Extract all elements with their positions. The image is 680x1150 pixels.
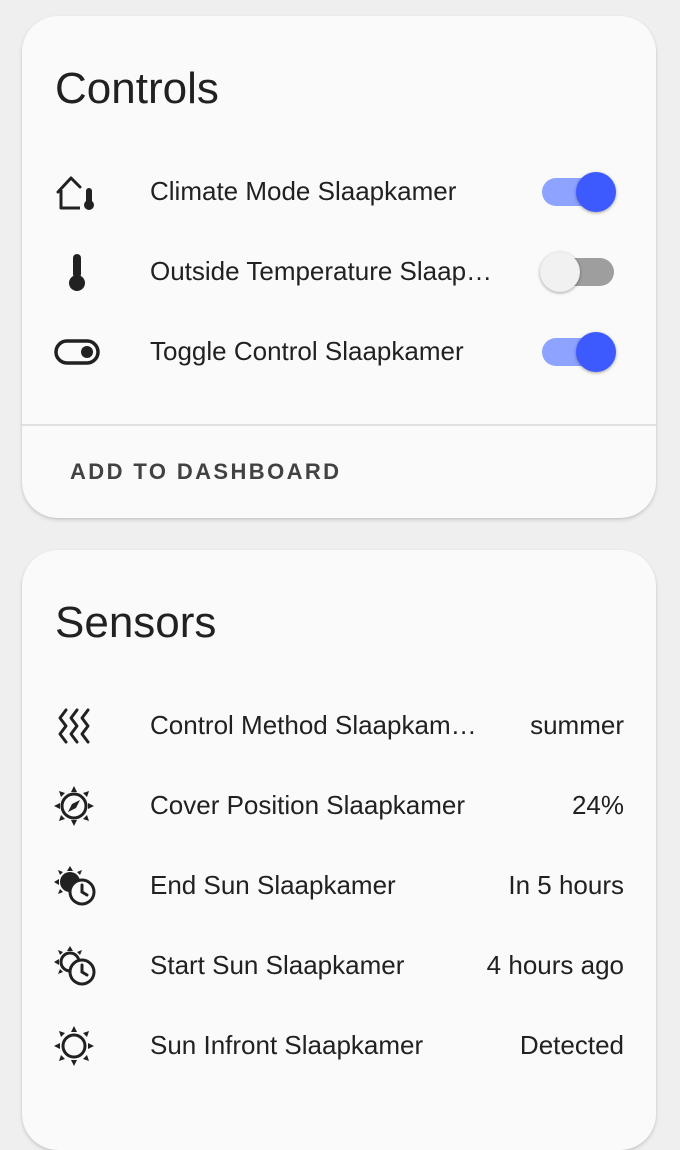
control-row-toggle-control[interactable]: Toggle Control Slaapkamer: [22, 312, 656, 392]
control-label: Climate Mode Slaapkamer: [150, 176, 457, 206]
toggle-knob: [540, 252, 580, 292]
toggle-knob: [576, 172, 616, 212]
sensor-label: Sun Infront Slaapkamer: [150, 1030, 424, 1060]
sensor-label: End Sun Slaapkamer: [150, 870, 396, 900]
sensor-row-cover-position[interactable]: Cover Position Slaapkamer 24%: [22, 766, 656, 846]
control-row-climate-mode[interactable]: Climate Mode Slaapkamer: [22, 152, 656, 232]
sun-compass-icon: [54, 786, 100, 826]
sensor-value: 24%: [571, 790, 624, 820]
home-thermometer-icon: [54, 172, 100, 212]
controls-card: Controls Climate Mode Slaapkamer Outside…: [22, 16, 656, 518]
toggle-knob: [576, 332, 616, 372]
add-to-dashboard-button[interactable]: ADD TO DASHBOARD: [52, 440, 359, 504]
climate-mode-toggle[interactable]: [542, 172, 616, 212]
control-label: Outside Temperature Slaap…: [150, 256, 493, 286]
sensors-card: Sensors Control Method Slaapkam… summer: [22, 550, 656, 1150]
outside-temperature-toggle[interactable]: [540, 252, 614, 292]
sensor-value: In 5 hours: [508, 870, 624, 900]
sensor-row-end-sun[interactable]: End Sun Slaapkamer In 5 hours: [22, 846, 656, 926]
sensor-label: Cover Position Slaapkamer: [150, 790, 466, 820]
sun-icon: [54, 1026, 100, 1066]
sensor-value: 4 hours ago: [486, 950, 624, 980]
sensors-title: Sensors: [55, 598, 217, 647]
sensor-label: Control Method Slaapkam…: [150, 710, 477, 740]
thermometer-icon: [54, 252, 100, 292]
control-label: Toggle Control Slaapkamer: [150, 336, 464, 366]
sensor-label: Start Sun Slaapkamer: [150, 950, 405, 980]
toggle-switch-icon: [54, 332, 100, 372]
sensor-row-control-method[interactable]: Control Method Slaapkam… summer: [22, 686, 656, 766]
sun-clock-icon: [54, 866, 100, 906]
sun-clock-outline-icon: [54, 946, 100, 986]
control-row-outside-temperature[interactable]: Outside Temperature Slaap…: [22, 232, 656, 312]
controls-title: Controls: [55, 64, 219, 113]
heat-waves-icon: [54, 706, 100, 746]
card-divider: [22, 424, 656, 426]
sensor-value: Detected: [519, 1030, 624, 1060]
toggle-control-toggle[interactable]: [542, 332, 616, 372]
sensor-row-start-sun[interactable]: Start Sun Slaapkamer 4 hours ago: [22, 926, 656, 1006]
sensor-row-sun-infront[interactable]: Sun Infront Slaapkamer Detected: [22, 1006, 656, 1086]
sensor-value: summer: [530, 710, 624, 740]
